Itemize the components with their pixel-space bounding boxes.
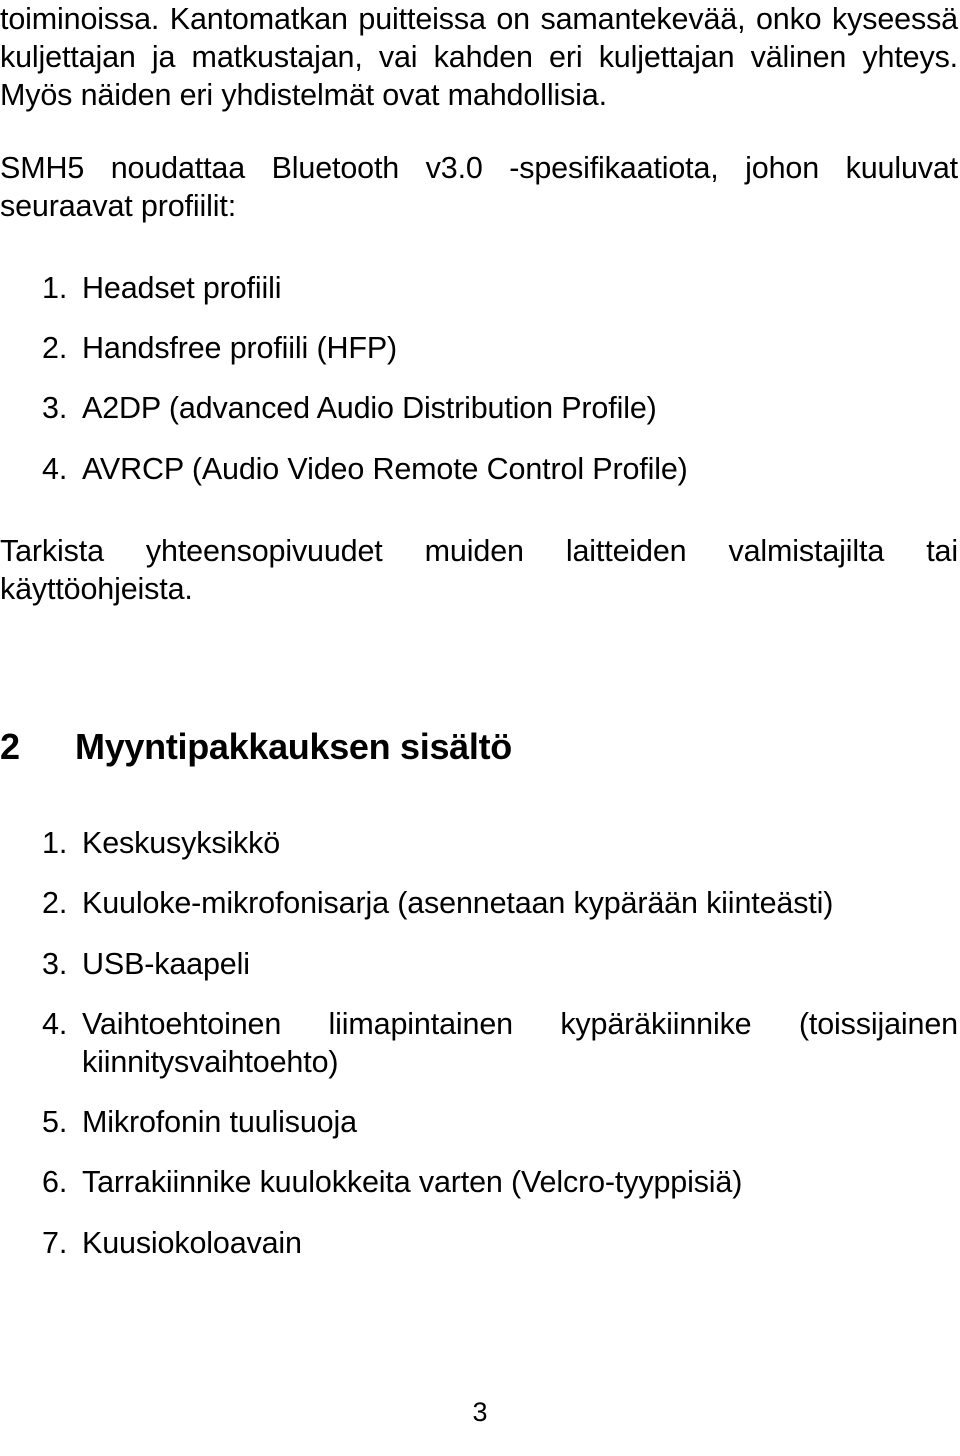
list-item: 4. Vaihtoehtoinen liimapintainen kypäräk…: [0, 1005, 958, 1081]
list-item-number: 2.: [42, 886, 68, 921]
package-contents-list: 1. Keskusyksikkö 2. Kuuloke-mikrofonisar…: [0, 824, 958, 1262]
list-item-number: 5.: [42, 1105, 68, 1140]
list-item: 3. A2DP (advanced Audio Distribution Pro…: [0, 389, 958, 427]
paragraph-compatibility-note: Tarkista yhteensopivuudet muiden laittei…: [0, 533, 958, 607]
list-item-number: 3.: [42, 946, 68, 981]
list-item-number: 3.: [42, 391, 68, 426]
list-item: 7. Kuusiokoloavain: [0, 1224, 958, 1262]
list-item-label: Tarrakiinnike kuulokkeita varten (Velcro…: [82, 1165, 743, 1200]
list-item: 3. USB-kaapeli: [0, 945, 958, 983]
list-item-label: A2DP (advanced Audio Distribution Profil…: [82, 391, 657, 426]
list-item-number: 1.: [42, 271, 68, 306]
list-item-label: Keskusyksikkö: [82, 826, 281, 861]
list-item: 2. Handsfree profiili (HFP): [0, 329, 958, 367]
list-item-number: 7.: [42, 1225, 68, 1260]
list-item-label: Headset profiili: [82, 271, 282, 306]
list-item-number: 1.: [42, 826, 68, 861]
list-item-label: Mikrofonin tuulisuoja: [82, 1105, 357, 1140]
page-number: 3: [472, 1397, 488, 1427]
section-number: 2: [0, 726, 20, 768]
list-item: 4. AVRCP (Audio Video Remote Control Pro…: [0, 450, 958, 488]
list-item: 1. Keskusyksikkö: [0, 824, 958, 862]
list-item: 1. Headset profiili: [0, 269, 958, 307]
list-item: 5. Mikrofonin tuulisuoja: [0, 1103, 958, 1141]
bluetooth-profile-list: 1. Headset profiili 2. Handsfree profiil…: [0, 269, 958, 488]
list-item-number: 4.: [42, 451, 68, 486]
list-item-number: 6.: [42, 1165, 68, 1200]
section-title: Myyntipakkauksen sisältö: [75, 726, 512, 768]
list-item-label: USB-kaapeli: [82, 946, 250, 981]
list-item-label: Handsfree profiili (HFP): [82, 331, 398, 366]
list-item-number: 4.: [42, 1006, 68, 1041]
list-item-label: Kuusiokoloavain: [82, 1225, 302, 1260]
list-item-label: Kuuloke-mikrofonisarja (asennetaan kypär…: [82, 886, 834, 921]
section-heading: 2 Myyntipakkauksen sisältö: [0, 726, 958, 768]
document-page: toiminoissa. Kantomatkan puitteissa on s…: [0, 0, 960, 1456]
list-item-label: Vaihtoehtoinen liimapintainen kypäräkiin…: [82, 1006, 958, 1080]
list-item: 6. Tarrakiinnike kuulokkeita varten (Vel…: [0, 1163, 958, 1201]
list-item-label: AVRCP (Audio Video Remote Control Profil…: [82, 451, 688, 486]
page-content: toiminoissa. Kantomatkan puitteissa on s…: [0, 0, 958, 1262]
list-item: 2. Kuuloke-mikrofonisarja (asennetaan ky…: [0, 884, 958, 922]
paragraph-bluetooth-spec: SMH5 noudattaa Bluetooth v3.0 -spesifika…: [0, 150, 958, 223]
list-item-number: 2.: [42, 331, 68, 366]
paragraph-continued-intro: toiminoissa. Kantomatkan puitteissa on s…: [0, 2, 958, 113]
